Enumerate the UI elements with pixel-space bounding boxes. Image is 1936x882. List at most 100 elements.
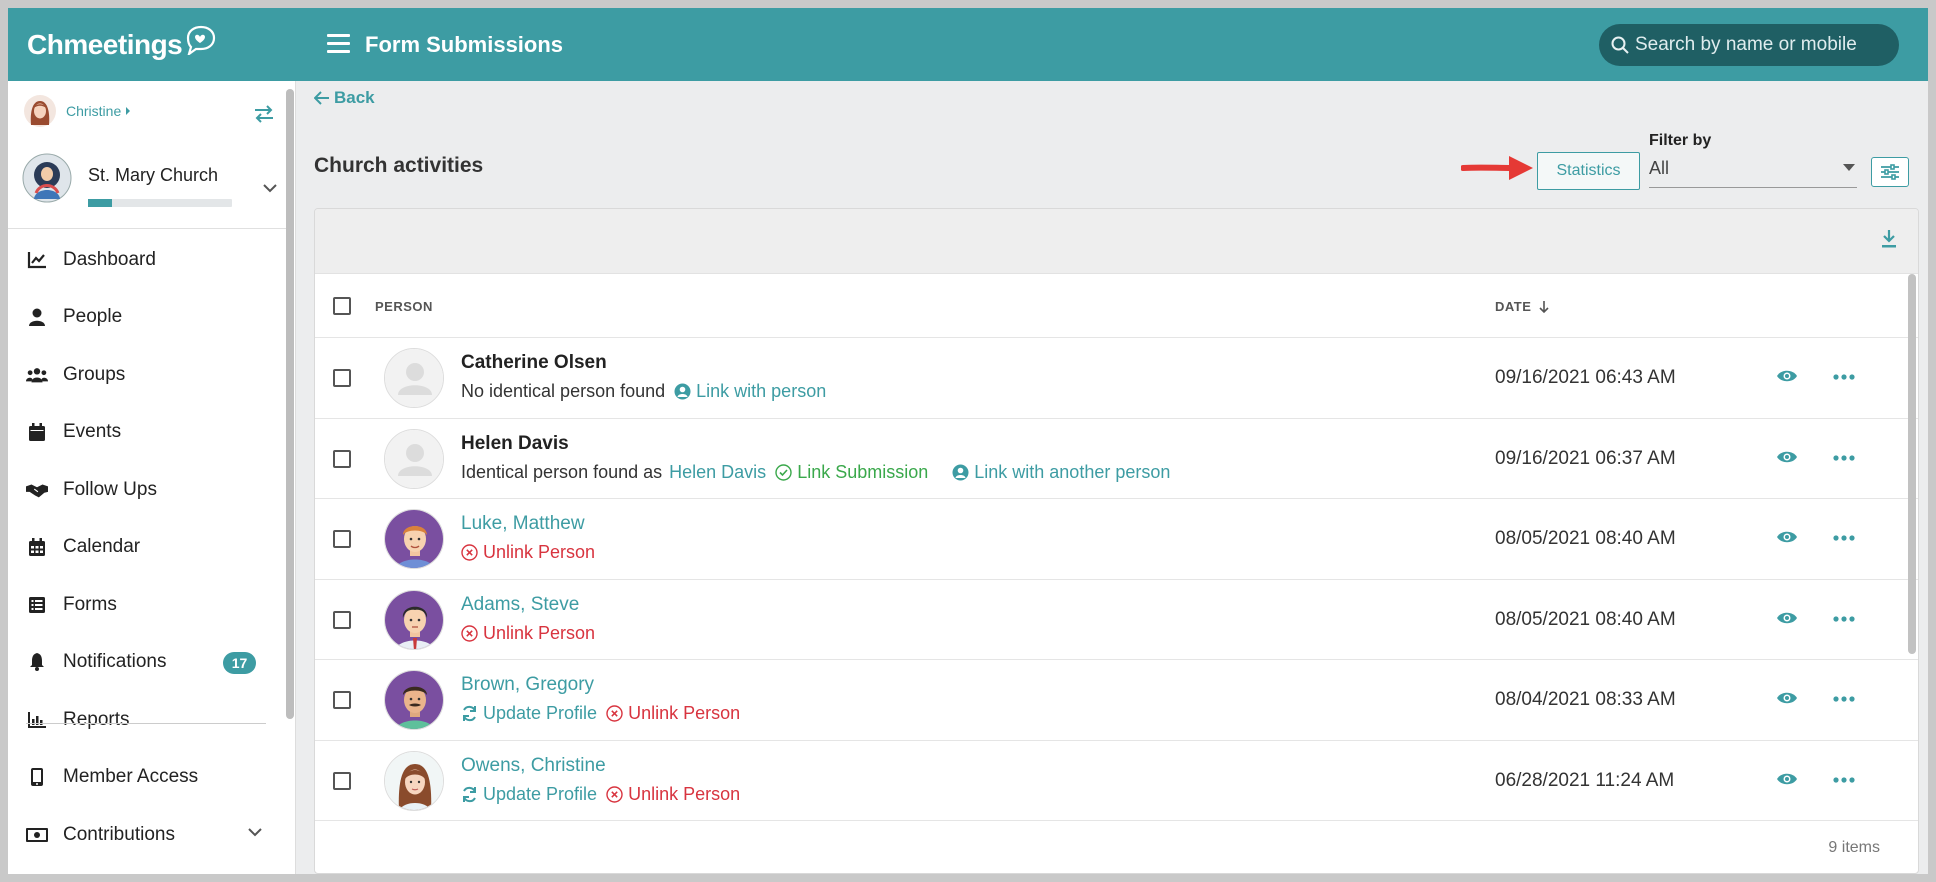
section-title: Church activities	[314, 154, 484, 177]
sidebar-scrollbar[interactable]	[286, 89, 294, 719]
person-name[interactable]: Brown, Gregory	[461, 674, 594, 696]
matched-person-link[interactable]: Helen Davis	[669, 462, 766, 483]
select-all-checkbox[interactable]	[333, 297, 351, 315]
money-icon	[26, 825, 48, 845]
update-profile-link[interactable]: Update Profile	[461, 784, 597, 805]
more-options-icon[interactable]	[1833, 696, 1855, 702]
page-title: Form Submissions	[365, 32, 564, 57]
row-checkbox[interactable]	[333, 691, 351, 709]
x-circle-icon	[461, 624, 478, 642]
download-icon[interactable]	[1881, 229, 1897, 249]
sidebar-item-dashboard[interactable]: Dashboard	[8, 231, 286, 289]
view-eye-icon[interactable]	[1776, 611, 1798, 625]
filter-settings-button[interactable]	[1871, 157, 1909, 187]
search-input[interactable]	[1635, 34, 1885, 56]
check-circle-icon	[775, 463, 792, 481]
person-name[interactable]: Luke, Matthew	[461, 513, 585, 535]
sidebar-item-label: Follow Ups	[63, 478, 157, 500]
more-options-icon[interactable]	[1833, 454, 1855, 461]
back-link[interactable]: Back	[314, 88, 375, 108]
switch-account-icon[interactable]	[253, 105, 275, 123]
filter-select[interactable]: All	[1649, 158, 1857, 188]
sidebar-item-member-access[interactable]: Member Access	[8, 749, 286, 807]
search-box[interactable]	[1599, 24, 1899, 66]
more-options-icon[interactable]	[1833, 374, 1855, 380]
user-switcher[interactable]: Christine	[24, 95, 132, 127]
table-row[interactable]: Adams, Steve Unlink Person 08/05/2021 08…	[315, 580, 1918, 660]
sidebar-item-reports[interactable]: Reports	[8, 691, 286, 749]
user-name: Christine	[66, 103, 122, 119]
table-row[interactable]: Brown, Gregory Update Profile Unlink Per…	[315, 660, 1918, 741]
more-options-icon[interactable]	[1833, 535, 1855, 541]
link-submission-link[interactable]: Link Submission	[775, 462, 928, 483]
avatar	[384, 509, 444, 569]
sidebar-item-calendar[interactable]: Calendar	[8, 519, 286, 577]
unlink-person-link[interactable]: Unlink Person	[606, 784, 740, 805]
user-circle-icon	[952, 464, 969, 480]
app-logo[interactable]: Chmeetings	[27, 25, 216, 61]
sidebar-item-forms[interactable]: Forms	[8, 576, 286, 634]
x-circle-icon	[606, 785, 623, 803]
view-eye-icon[interactable]	[1776, 369, 1798, 383]
person-name: Catherine Olsen	[461, 352, 607, 373]
nav-divider	[26, 723, 266, 724]
sidebar-item-notifications[interactable]: Notifications 17	[8, 634, 286, 692]
menu-toggle-button[interactable]	[327, 34, 350, 54]
sidebar-item-people[interactable]: People	[8, 289, 286, 347]
link-with-another-person-link[interactable]: Link with another person	[952, 462, 1170, 483]
sidebar-item-events[interactable]: Events	[8, 404, 286, 462]
calendar-grid-icon	[26, 537, 48, 557]
row-checkbox[interactable]	[333, 610, 351, 629]
table-row[interactable]: Luke, Matthew Unlink Person 08/05/2021 0…	[315, 499, 1918, 580]
back-label: Back	[334, 88, 375, 107]
person-name[interactable]: Owens, Christine	[461, 755, 606, 777]
row-actions: Unlink Person	[461, 623, 595, 644]
avatar	[384, 348, 444, 408]
logo-chat-icon	[187, 25, 216, 55]
submission-date: 09/16/2021 06:43 AM	[1495, 367, 1676, 388]
column-header-date[interactable]: DATE	[1495, 299, 1551, 314]
sidebar-item-label: Calendar	[63, 536, 141, 558]
sidebar-item-label: Dashboard	[63, 248, 156, 270]
table-row[interactable]: Catherine Olsen No identical person foun…	[315, 338, 1918, 419]
sidebar-item-contributions[interactable]: Contributions	[8, 806, 286, 864]
row-checkbox[interactable]	[333, 530, 351, 548]
row-checkbox[interactable]	[333, 771, 351, 790]
church-avatar[interactable]	[22, 153, 72, 203]
avatar	[384, 750, 444, 811]
view-eye-icon[interactable]	[1776, 450, 1798, 464]
table-row[interactable]: Owens, Christine Update Profile Unlink P…	[315, 741, 1918, 821]
caret-right-icon	[126, 107, 131, 115]
update-profile-label: Update Profile	[483, 703, 598, 723]
bell-icon	[26, 652, 48, 672]
table-header: PERSON DATE	[315, 274, 1918, 338]
view-eye-icon[interactable]	[1776, 772, 1798, 786]
more-options-icon[interactable]	[1833, 776, 1855, 783]
person-name[interactable]: Adams, Steve	[461, 594, 579, 616]
row-checkbox[interactable]	[333, 449, 351, 468]
row-checkbox[interactable]	[333, 369, 351, 387]
sidebar-item-follow-ups[interactable]: Follow Ups	[8, 461, 286, 519]
chevron-down-icon[interactable]	[248, 828, 262, 837]
sidebar-item-label: Member Access	[63, 766, 199, 788]
table-scrollbar[interactable]	[1908, 274, 1916, 654]
unlink-person-link[interactable]: Unlink Person	[606, 703, 740, 724]
items-count: 9 items	[1828, 839, 1880, 856]
person-icon	[26, 307, 48, 327]
x-circle-icon	[606, 705, 623, 722]
view-eye-icon[interactable]	[1776, 530, 1798, 544]
chart-line-icon	[26, 250, 48, 270]
link-with-person-link[interactable]: Link with person	[674, 381, 826, 402]
view-eye-icon[interactable]	[1776, 691, 1798, 705]
bar-chart-icon	[26, 710, 48, 730]
statistics-button[interactable]: Statistics	[1537, 152, 1640, 190]
table-row[interactable]: Helen Davis Identical person found as He…	[315, 419, 1918, 499]
list-icon	[26, 595, 48, 615]
more-options-icon[interactable]	[1833, 615, 1855, 622]
unlink-person-link[interactable]: Unlink Person	[461, 542, 595, 563]
sidebar-item-groups[interactable]: Groups	[8, 346, 286, 404]
user-circle-icon	[674, 383, 691, 400]
chevron-down-icon[interactable]	[263, 184, 277, 193]
update-profile-link[interactable]: Update Profile	[461, 703, 597, 724]
unlink-person-link[interactable]: Unlink Person	[461, 623, 595, 644]
